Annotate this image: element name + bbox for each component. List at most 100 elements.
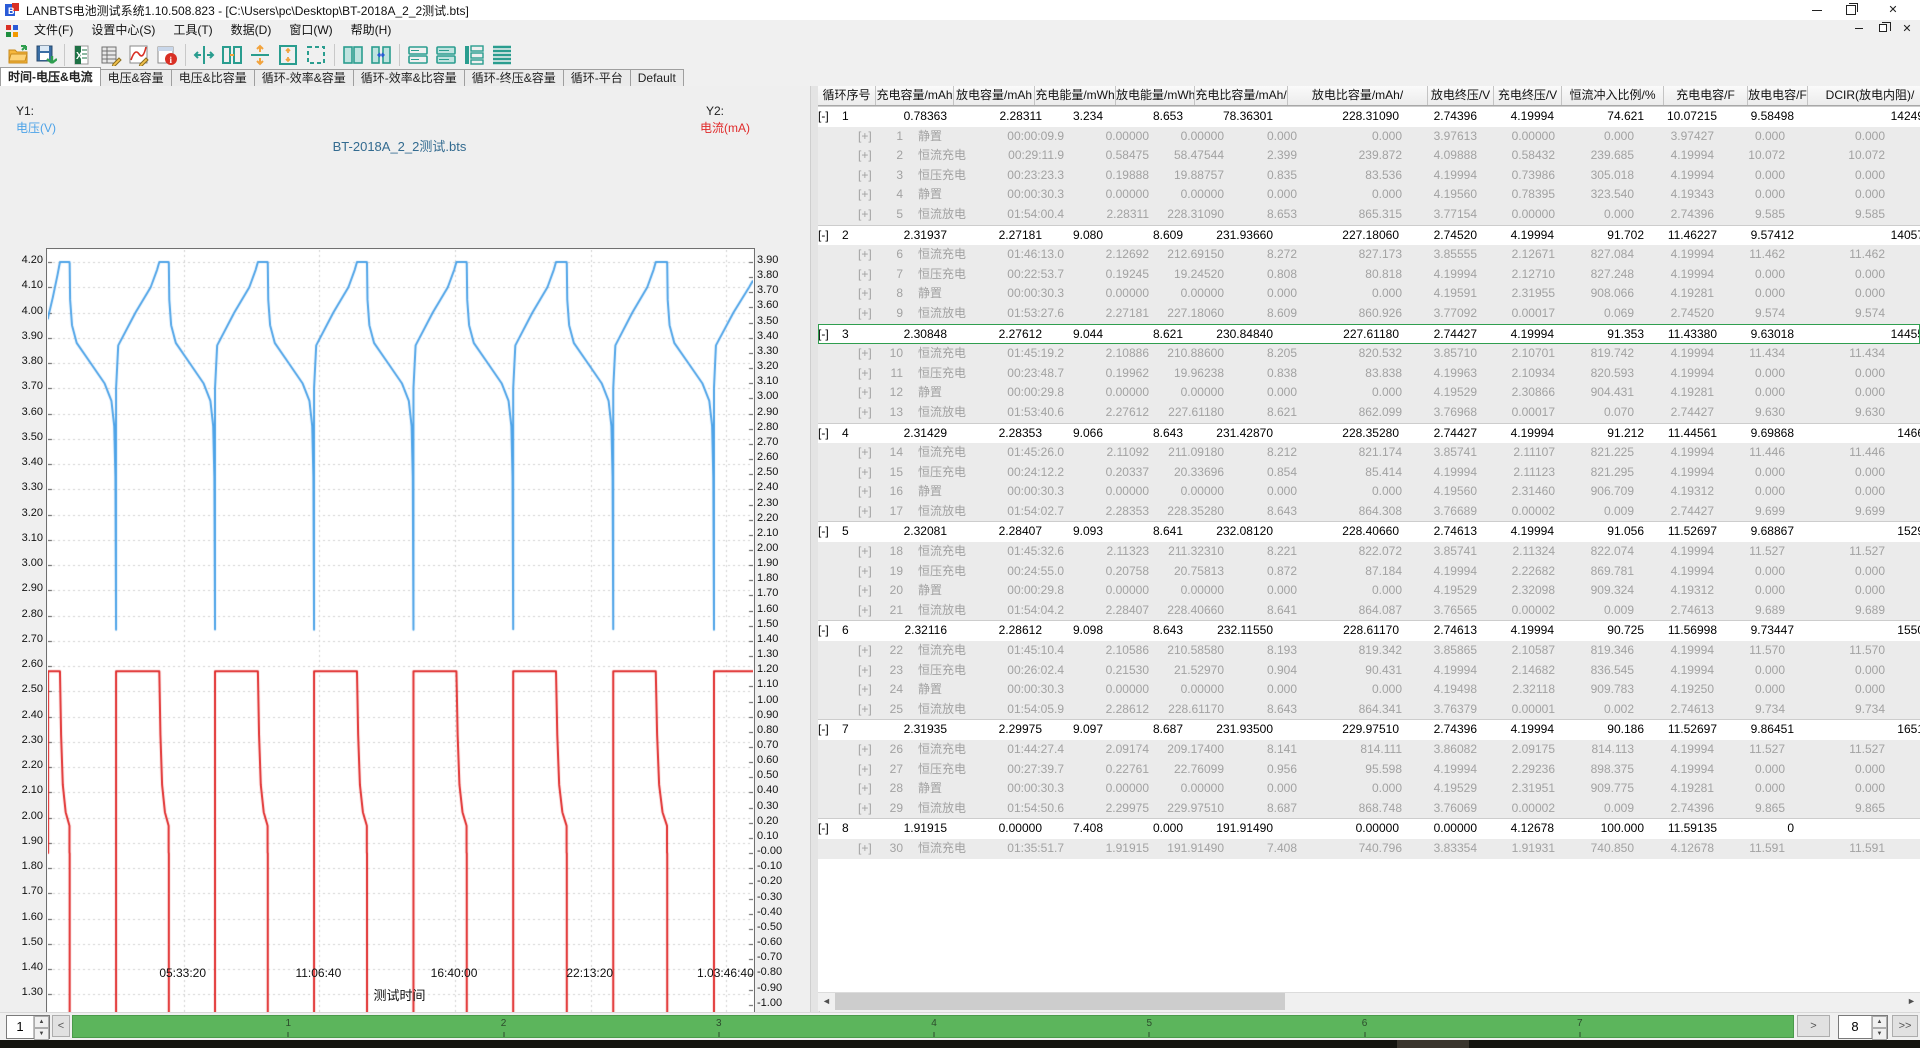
table-horizontal-scrollbar[interactable]: ◄ ► bbox=[818, 992, 1920, 1011]
step-row-26[interactable]: [+]26恒流充电01:44:27.42.09174209.174008.141… bbox=[818, 740, 1920, 760]
step-row-12[interactable]: [+]12静置00:00:29.80.000000.000000.0000.00… bbox=[818, 383, 1920, 403]
spin-down-icon[interactable]: ▼ bbox=[1872, 1028, 1887, 1040]
child-close-button[interactable]: ✕ bbox=[1898, 22, 1916, 38]
tab-1[interactable]: 电压&容量 bbox=[100, 69, 172, 86]
merge-panes-icon[interactable] bbox=[219, 43, 245, 67]
save-icon[interactable] bbox=[33, 43, 59, 67]
spin-down-icon[interactable]: ▼ bbox=[34, 1028, 49, 1040]
step-row-5[interactable]: [+]5恒流放电01:54:00.42.28311228.310908.6538… bbox=[818, 205, 1920, 225]
step-row-14[interactable]: [+]14恒流充电01:45:26.02.11092211.091808.212… bbox=[818, 443, 1920, 463]
tab-3[interactable]: 循环-效率&容量 bbox=[254, 69, 354, 86]
open-file-icon[interactable] bbox=[5, 43, 31, 67]
step-row-27[interactable]: [+]27恒压充电00:27:39.70.2276122.760990.9569… bbox=[818, 760, 1920, 780]
step-row-18[interactable]: [+]18恒流充电01:45:32.62.11323211.323108.221… bbox=[818, 542, 1920, 562]
cycle-row-4[interactable]: [-]42.314292.283539.0668.643231.42870228… bbox=[818, 423, 1920, 444]
split-vertical-icon[interactable] bbox=[191, 43, 217, 67]
restore-button[interactable] bbox=[1834, 2, 1868, 18]
step-row-19[interactable]: [+]19恒压充电00:24:55.00.2075820.758130.8728… bbox=[818, 562, 1920, 582]
left-page-spinner[interactable]: 1 ▲▼ bbox=[6, 1015, 50, 1039]
child-restore-button[interactable] bbox=[1874, 22, 1892, 38]
schedule-info-icon[interactable]: i bbox=[154, 43, 180, 67]
scroll-right-button[interactable]: ► bbox=[1903, 993, 1920, 1010]
step-row-11[interactable]: [+]11恒压充电00:23:48.70.1996219.962380.8388… bbox=[818, 364, 1920, 384]
step-row-28[interactable]: [+]28静置00:00:30.30.000000.000000.0000.00… bbox=[818, 779, 1920, 799]
column-header-0[interactable]: 循环序号 bbox=[818, 86, 876, 105]
pane-adjust-icon[interactable] bbox=[368, 43, 394, 67]
split-horizontal-icon[interactable] bbox=[247, 43, 273, 67]
tab-0[interactable]: 时间-电压&电流 bbox=[0, 67, 101, 86]
tab-4[interactable]: 循环-效率&比容量 bbox=[353, 69, 465, 86]
list-detail-icon[interactable] bbox=[405, 43, 431, 67]
child-minimize-button[interactable] bbox=[1850, 22, 1868, 38]
cycle-row-6[interactable]: [-]62.321162.286129.0988.643232.11550228… bbox=[818, 620, 1920, 641]
scrollbar-thumb[interactable] bbox=[835, 993, 1285, 1010]
step-row-4[interactable]: [+]4静置00:00:30.30.000000.000000.0000.000… bbox=[818, 185, 1920, 205]
spin-up-icon[interactable]: ▲ bbox=[34, 1016, 49, 1028]
right-page-spinner[interactable]: 8 ▲▼ bbox=[1838, 1015, 1888, 1039]
step-row-21[interactable]: [+]21恒流放电01:54:04.22.28407228.406608.641… bbox=[818, 601, 1920, 621]
page-progress-bar[interactable]: 1234567 bbox=[72, 1015, 1794, 1038]
menu-item-0[interactable]: 文件(F) bbox=[25, 20, 82, 41]
scroll-left-button[interactable]: ◄ bbox=[818, 993, 835, 1010]
plot-area[interactable] bbox=[46, 248, 755, 1012]
tab-5[interactable]: 循环-终压&容量 bbox=[464, 69, 564, 86]
report-table-icon[interactable] bbox=[98, 43, 124, 67]
column-header-10[interactable]: 充电电容/F bbox=[1664, 86, 1748, 105]
cycle-row-8[interactable]: [-]81.919150.000007.4080.000191.914900.0… bbox=[818, 818, 1920, 839]
cycle-row-1[interactable]: [-]10.783632.283113.2348.65378.36301228.… bbox=[818, 106, 1920, 127]
cycle-row-7[interactable]: [-]72.319352.299759.0978.687231.93500229… bbox=[818, 719, 1920, 740]
column-header-8[interactable]: 充电终压/V bbox=[1494, 86, 1562, 105]
column-header-12[interactable]: DCIR(放电内阻)/ bbox=[1808, 86, 1920, 105]
spin-up-icon[interactable]: ▲ bbox=[1872, 1016, 1887, 1028]
list-columns-icon[interactable] bbox=[461, 43, 487, 67]
column-header-9[interactable]: 恒流冲入比例/% bbox=[1562, 86, 1664, 105]
step-row-15[interactable]: [+]15恒压充电00:24:12.20.2033720.336960.8548… bbox=[818, 463, 1920, 483]
step-row-24[interactable]: [+]24静置00:00:30.30.000000.000000.0000.00… bbox=[818, 680, 1920, 700]
menu-item-1[interactable]: 设置中心(S) bbox=[82, 20, 164, 41]
excel-export-icon[interactable]: X bbox=[70, 43, 96, 67]
step-row-30[interactable]: [+]30恒流充电01:35:51.71.91915191.914907.408… bbox=[818, 839, 1920, 859]
column-header-3[interactable]: 充电能量/mWh bbox=[1035, 86, 1116, 105]
prev-page-button[interactable]: < bbox=[52, 1015, 70, 1037]
list-rows-icon[interactable] bbox=[489, 43, 515, 67]
cycle-row-2[interactable]: [-]22.319372.271819.0808.609231.93660227… bbox=[818, 225, 1920, 246]
step-row-10[interactable]: [+]10恒流充电01:45:19.22.10886210.886008.205… bbox=[818, 344, 1920, 364]
step-row-9[interactable]: [+]9恒流放电01:53:27.62.27181227.180608.6098… bbox=[818, 304, 1920, 324]
column-header-1[interactable]: 充电容量/mAh bbox=[876, 86, 954, 105]
step-row-6[interactable]: [+]6恒流充电01:46:13.02.12692212.691508.2728… bbox=[818, 245, 1920, 265]
cycle-row-3[interactable]: [-]32.308482.276129.0448.621230.84840227… bbox=[818, 324, 1920, 345]
column-header-7[interactable]: 放电终压/V bbox=[1428, 86, 1494, 105]
two-pane-icon[interactable] bbox=[340, 43, 366, 67]
column-header-2[interactable]: 放电容量/mAh bbox=[954, 86, 1035, 105]
expand-vertical-icon[interactable] bbox=[275, 43, 301, 67]
step-row-13[interactable]: [+]13恒流放电01:53:40.62.27612227.611808.621… bbox=[818, 403, 1920, 423]
column-header-11[interactable]: 放电电容/F bbox=[1748, 86, 1808, 105]
curve-edit-icon[interactable] bbox=[126, 43, 152, 67]
frame-select-icon[interactable] bbox=[303, 43, 329, 67]
menu-item-2[interactable]: 工具(T) bbox=[164, 20, 221, 41]
column-header-5[interactable]: 充电比容量/mAh/ bbox=[1195, 86, 1288, 105]
step-row-22[interactable]: [+]22恒流充电01:45:10.42.10586210.585808.193… bbox=[818, 641, 1920, 661]
step-row-29[interactable]: [+]29恒流放电01:54:50.62.29975229.975108.687… bbox=[818, 799, 1920, 819]
minimize-button[interactable] bbox=[1800, 2, 1834, 18]
step-row-2[interactable]: [+]2恒流充电00:29:11.90.5847558.475442.39923… bbox=[818, 146, 1920, 166]
tab-2[interactable]: 电压&比容量 bbox=[171, 69, 255, 86]
step-row-16[interactable]: [+]16静置00:00:30.30.000000.000000.0000.00… bbox=[818, 482, 1920, 502]
step-row-7[interactable]: [+]7恒压充电00:22:53.70.1924519.245200.80880… bbox=[818, 265, 1920, 285]
menu-item-3[interactable]: 数据(D) bbox=[222, 20, 281, 41]
step-row-17[interactable]: [+]17恒流放电01:54:02.72.28353228.352808.643… bbox=[818, 502, 1920, 522]
step-row-23[interactable]: [+]23恒压充电00:26:02.40.2153021.529700.9049… bbox=[818, 661, 1920, 681]
menu-item-4[interactable]: 窗口(W) bbox=[280, 20, 341, 41]
list-summary-icon[interactable] bbox=[433, 43, 459, 67]
menu-item-5[interactable]: 帮助(H) bbox=[342, 20, 401, 41]
cycle-row-5[interactable]: [-]52.320812.284079.0938.641232.08120228… bbox=[818, 521, 1920, 542]
close-button[interactable]: ✕ bbox=[1876, 2, 1910, 18]
step-row-8[interactable]: [+]8静置00:00:30.30.000000.000000.0000.000… bbox=[818, 284, 1920, 304]
next-page-button[interactable]: > bbox=[1797, 1015, 1830, 1037]
step-row-1[interactable]: [+]1静置00:00:09.90.000000.000000.0000.000… bbox=[818, 127, 1920, 147]
column-header-4[interactable]: 放电能量/mWh bbox=[1116, 86, 1195, 105]
tab-7[interactable]: Default bbox=[630, 69, 684, 86]
step-row-3[interactable]: [+]3恒压充电00:23:23.30.1988819.887570.83583… bbox=[818, 166, 1920, 186]
step-row-20[interactable]: [+]20静置00:00:29.80.000000.000000.0000.00… bbox=[818, 581, 1920, 601]
step-row-25[interactable]: [+]25恒流放电01:54:05.92.28612228.611708.643… bbox=[818, 700, 1920, 720]
